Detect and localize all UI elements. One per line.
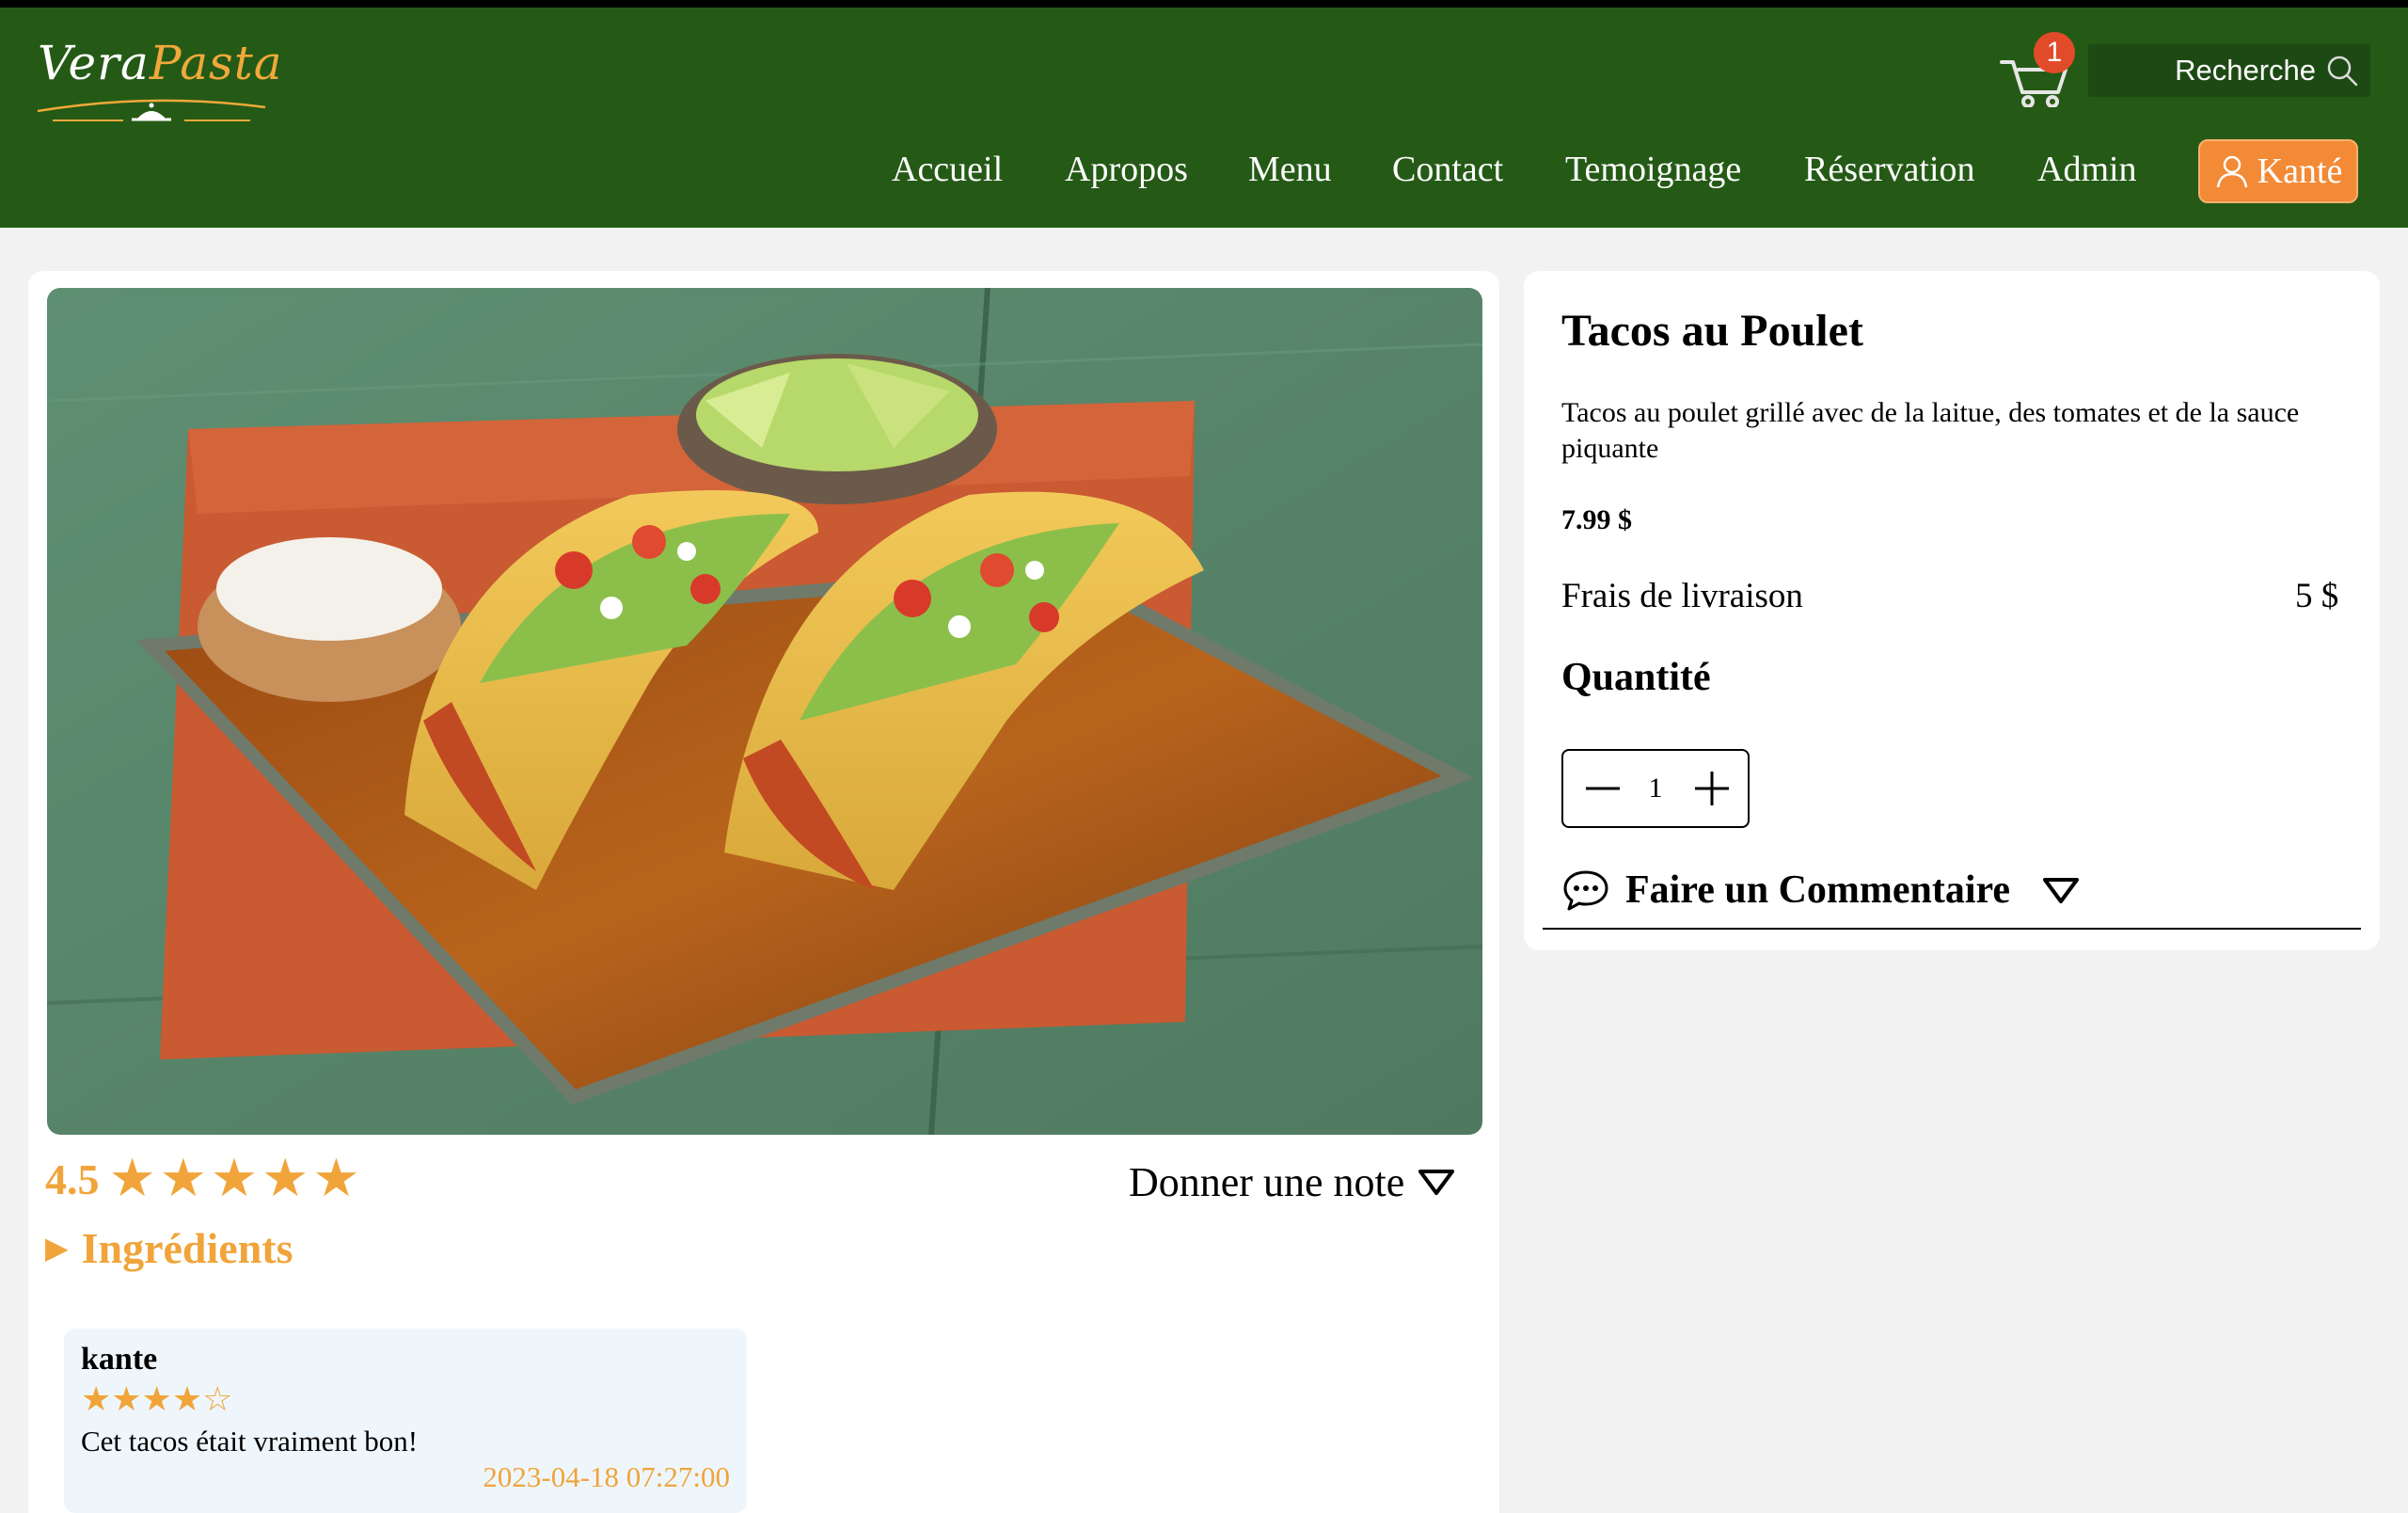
review-author: kante bbox=[81, 1342, 158, 1377]
rating-value: 4.5 bbox=[45, 1155, 100, 1203]
star-icon: ★ bbox=[261, 1150, 309, 1208]
divider bbox=[1543, 928, 2361, 930]
site-header: VeraPasta 1 Accueil Apropos Menu Contact… bbox=[0, 8, 2408, 228]
nav-reservation[interactable]: Réservation bbox=[1804, 149, 1975, 190]
search-box bbox=[2088, 44, 2370, 97]
star-icon: ★ bbox=[108, 1150, 156, 1208]
product-title: Tacos au Poulet bbox=[1561, 306, 1863, 356]
quantity-label: Quantité bbox=[1561, 656, 1711, 699]
give-rating-toggle[interactable]: Donner une note bbox=[1129, 1154, 1455, 1210]
product-price: 7.99 $ bbox=[1561, 504, 1632, 535]
nav-apropos[interactable]: Apropos bbox=[1065, 149, 1188, 190]
review-date: 2023-04-18 07:27:00 bbox=[483, 1460, 730, 1493]
quantity-value[interactable]: 1 bbox=[1635, 751, 1676, 826]
star-icon: ★ bbox=[210, 1150, 259, 1208]
quantity-stepper: 1 bbox=[1561, 749, 1750, 828]
ingredients-label: Ingrédients bbox=[81, 1223, 293, 1272]
minus-icon[interactable] bbox=[1582, 768, 1624, 809]
star-icon: ★ bbox=[312, 1150, 360, 1208]
nav-temoignage[interactable]: Temoignage bbox=[1565, 149, 1741, 190]
delivery-fee-label: Frais de livraison bbox=[1561, 577, 1803, 615]
cart-count-badge: 1 bbox=[2034, 32, 2075, 73]
review-card: kante ★★★★☆ Cet tacos était vraiment bon… bbox=[64, 1329, 747, 1513]
nav-menu[interactable]: Menu bbox=[1248, 149, 1332, 190]
product-rating: 4.5 ★ ★ ★ ★ ★ bbox=[45, 1146, 364, 1212]
star-icon: ★ bbox=[159, 1150, 207, 1208]
nav-contact[interactable]: Contact bbox=[1392, 149, 1503, 190]
chat-bubble-icon bbox=[1563, 870, 1608, 911]
dish-photo bbox=[47, 288, 1482, 1135]
tacos-photo-icon bbox=[47, 288, 1482, 1135]
logo[interactable]: VeraPasta bbox=[34, 28, 282, 132]
review-stars: ★★★★☆ bbox=[81, 1380, 233, 1418]
add-comment-label: Faire un Commentaire bbox=[1625, 868, 2011, 912]
plus-icon[interactable] bbox=[1691, 768, 1733, 809]
ingredients-toggle[interactable]: ▶ Ingrédients bbox=[45, 1219, 293, 1276]
user-icon bbox=[2216, 155, 2247, 188]
add-comment-toggle[interactable]: Faire un Commentaire bbox=[1561, 862, 2080, 918]
review-text: Cet tacos était vraiment bon! bbox=[81, 1424, 419, 1457]
nav-accueil[interactable]: Accueil bbox=[892, 149, 1003, 190]
search-input[interactable] bbox=[2088, 44, 2323, 97]
product-description: Tacos au poulet grillé avec de la laitue… bbox=[1561, 397, 2300, 464]
triangle-down-icon bbox=[2043, 878, 2080, 903]
logo-text: VeraPasta bbox=[38, 36, 283, 90]
top-border bbox=[0, 0, 2408, 8]
triangle-down-icon bbox=[1418, 1170, 1455, 1195]
search-icon[interactable] bbox=[2325, 54, 2359, 88]
user-account-button[interactable]: Kanté bbox=[2198, 139, 2358, 203]
user-name: Kanté bbox=[2257, 151, 2343, 191]
delivery-fee-value: 5 $ bbox=[2295, 577, 2339, 615]
cloche-icon bbox=[37, 99, 266, 121]
nav-admin[interactable]: Admin bbox=[2037, 149, 2137, 190]
triangle-right-icon: ▶ bbox=[45, 1231, 69, 1265]
give-rating-label: Donner une note bbox=[1129, 1158, 1405, 1205]
